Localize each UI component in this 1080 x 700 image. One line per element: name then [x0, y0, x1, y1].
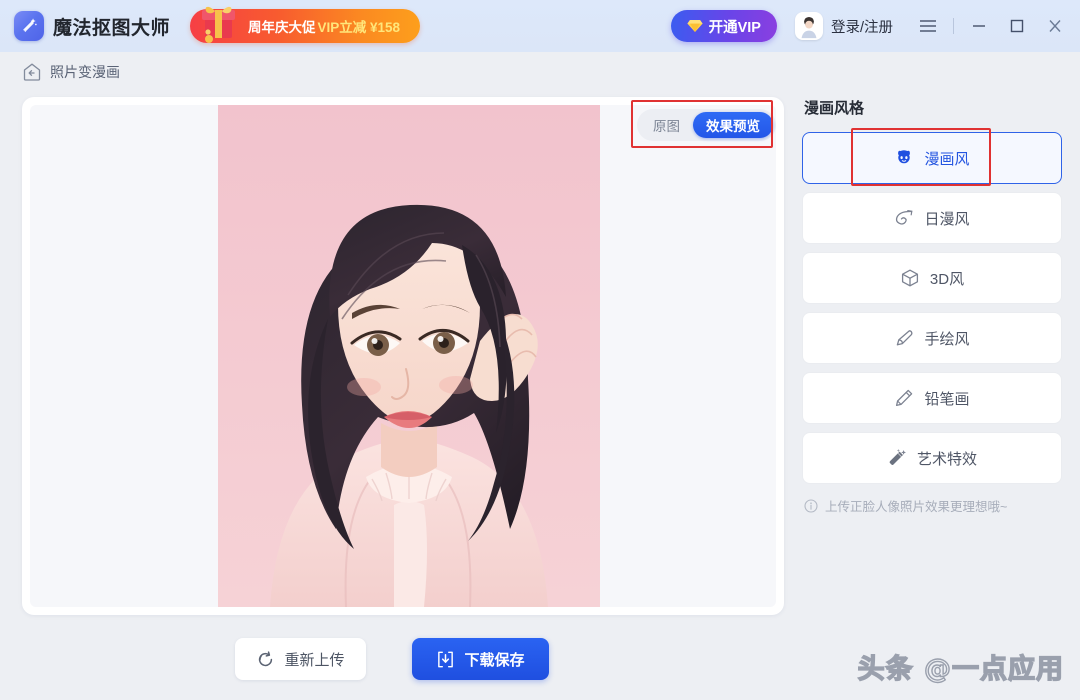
panel-title: 漫画风格	[804, 100, 865, 117]
open-vip-label: 开通VIP	[708, 19, 761, 36]
maximize-icon[interactable]	[998, 9, 1036, 43]
preview-canvas-card	[22, 97, 784, 615]
account-label: 登录/注册	[830, 19, 893, 36]
upload-hint-text: 上传正脸人像照片效果更理想哦~	[825, 500, 1008, 514]
style-option-label: 3D风	[929, 270, 965, 288]
brush-pen-icon	[897, 330, 913, 346]
reupload-label: 重新上传	[284, 651, 345, 669]
upload-hint: 上传正脸人像照片效果更理想哦~	[804, 496, 1064, 515]
toggle-option-original[interactable]: 原图	[640, 112, 693, 138]
style-option-label: 日漫风	[924, 210, 970, 228]
title-bar: 魔法抠图大师 周年庆大促 VIP立减 ¥158 开通VIP 登录/注册	[0, 0, 1080, 52]
watermark: 头条 @一点应用	[857, 653, 1064, 685]
pencil-icon	[896, 389, 913, 407]
close-icon[interactable]	[1036, 9, 1074, 43]
user-avatar-icon	[795, 13, 822, 39]
reupload-button[interactable]: 重新上传	[235, 638, 366, 680]
preview-mode-toggle[interactable]: 原图 效果预览	[637, 109, 776, 141]
titlebar-divider	[953, 18, 954, 34]
style-option-japanese-anime[interactable]: 日漫风	[802, 192, 1062, 244]
open-vip-button[interactable]: 开通VIP	[670, 10, 777, 42]
style-option-label: 铅笔画	[924, 390, 970, 408]
preview-canvas-inner	[30, 105, 776, 607]
diamond-icon	[686, 20, 703, 32]
magic-wand-logo-icon	[14, 11, 44, 41]
window-controls	[909, 9, 1074, 43]
info-circle-icon	[804, 498, 818, 513]
breadcrumb[interactable]: 照片变漫画	[22, 62, 120, 82]
app-title: 魔法抠图大师	[53, 16, 171, 39]
titlebar-right-group: 开通VIP 登录/注册	[670, 9, 1080, 43]
refresh-icon	[259, 650, 273, 666]
avatar	[794, 12, 823, 40]
promo-banner[interactable]: 周年庆大促 VIP立减 ¥158	[190, 6, 421, 43]
gift-box-icon	[202, 6, 236, 43]
action-bar: 重新上传 下载保存	[0, 638, 784, 680]
close-glyph	[1049, 20, 1061, 32]
style-option-hand-drawn[interactable]: 手绘风	[802, 312, 1062, 364]
hamburger-menu-icon[interactable]	[909, 9, 947, 43]
promo-text-primary: 周年庆大促	[248, 20, 316, 35]
style-option-label: 漫画风	[924, 150, 970, 168]
style-option-label: 手绘风	[924, 330, 970, 348]
minimize-glyph	[973, 25, 985, 27]
application-window: 魔法抠图大师 周年庆大促 VIP立减 ¥158 开通VIP 登录/注册 照片变漫…	[0, 0, 1080, 700]
portrait-illustration	[218, 105, 600, 607]
style-option-pencil[interactable]: 铅笔画	[802, 372, 1062, 424]
magic-wand-glyph	[23, 18, 37, 33]
style-panel: 漫画风格 漫画风 日漫风 3D风 手绘风 铅笔画 艺术特效 上传正脸人像照片效果…	[802, 97, 1064, 515]
style-option-3d[interactable]: 3D风	[802, 252, 1062, 304]
app-logo-area: 魔法抠图大师	[14, 11, 170, 41]
promo-text-accent: VIP立减 ¥158	[317, 20, 401, 35]
minimize-icon[interactable]	[960, 9, 998, 43]
download-save-label: 下载保存	[464, 651, 525, 669]
back-home-icon[interactable]	[22, 62, 42, 82]
leaf-swirl-icon	[896, 210, 913, 225]
style-option-comic[interactable]: 漫画风	[802, 132, 1062, 184]
download-save-button[interactable]: 下载保存	[412, 638, 549, 680]
style-option-label: 艺术特效	[916, 450, 977, 468]
magic-wand-icon	[889, 449, 906, 465]
preview-image[interactable]	[218, 105, 600, 607]
hamburger-glyph	[920, 20, 936, 32]
comic-mask-icon	[898, 150, 911, 164]
style-option-art-effect[interactable]: 艺术特效	[802, 432, 1062, 484]
maximize-glyph	[1010, 19, 1024, 33]
cube-icon	[901, 269, 918, 287]
download-icon	[438, 651, 454, 667]
account-login-button[interactable]: 登录/注册	[794, 12, 893, 40]
breadcrumb-label: 照片变漫画	[50, 64, 120, 80]
toggle-option-effect-preview[interactable]: 效果预览	[693, 112, 773, 138]
